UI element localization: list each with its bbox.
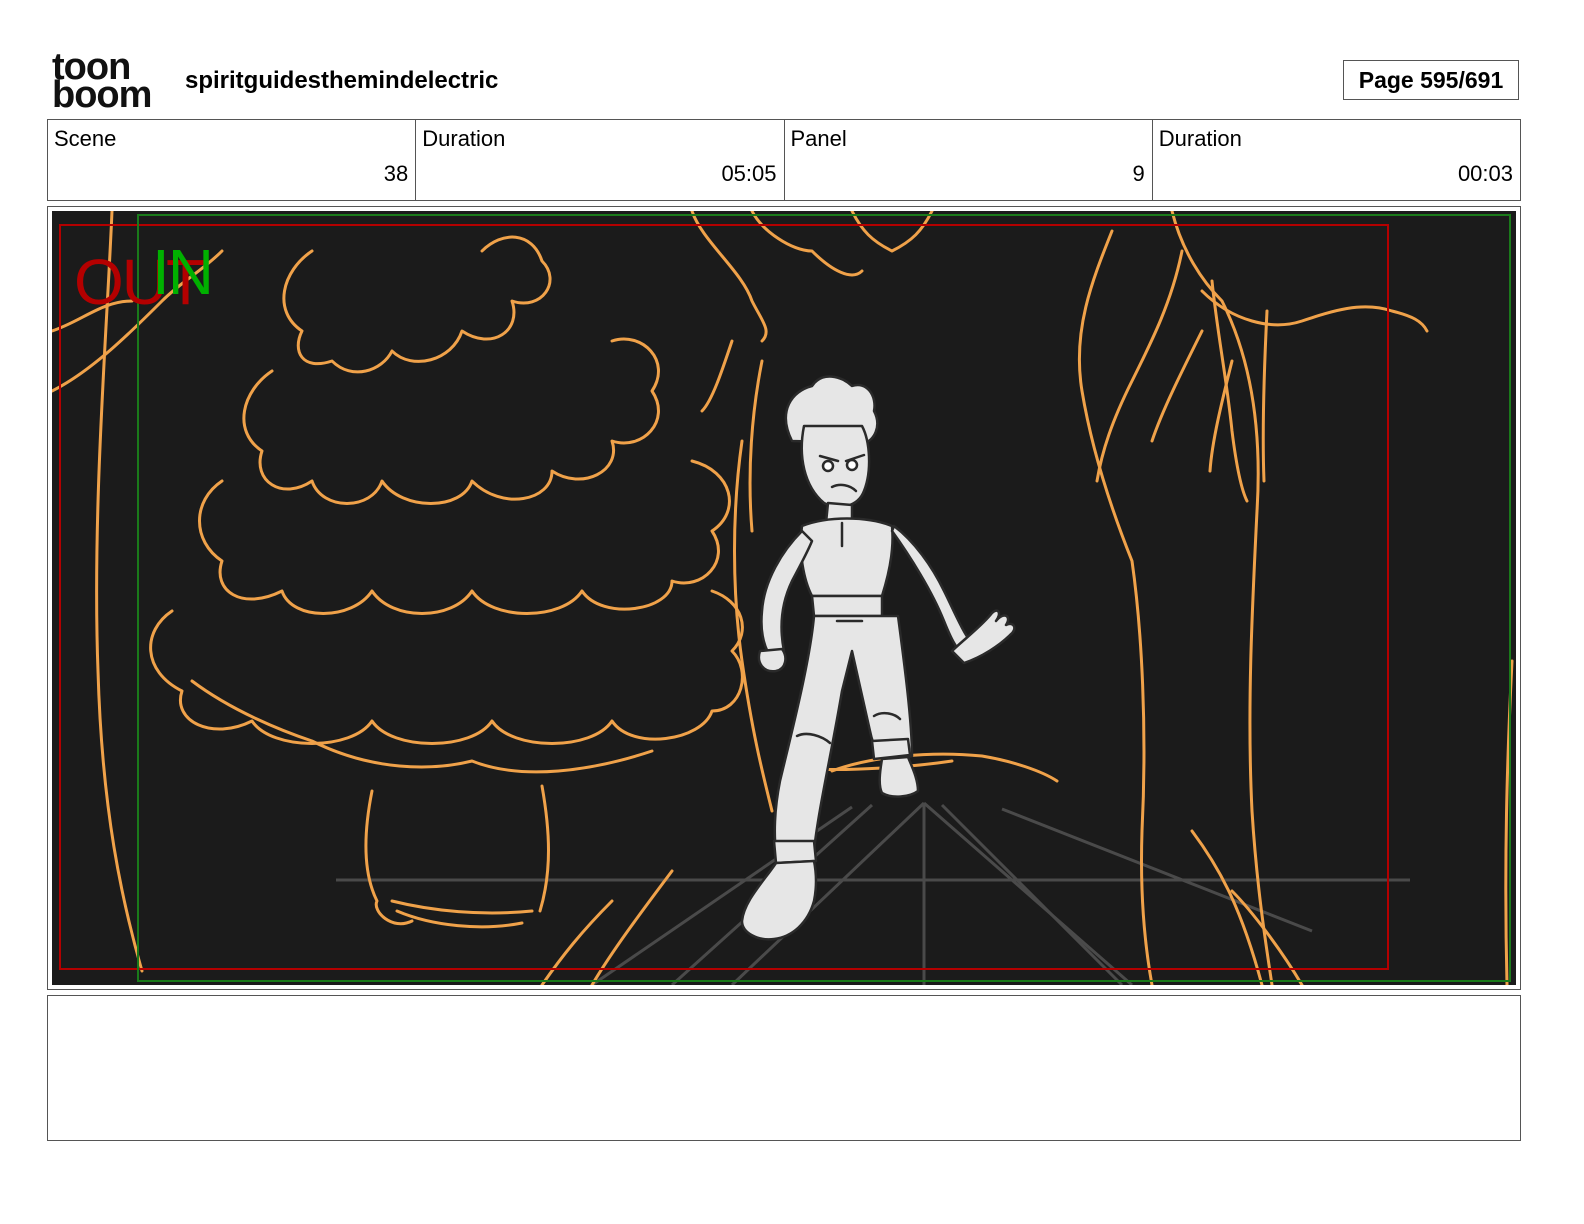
scene-value: 38 [383, 161, 409, 186]
panel-duration-label: Duration [1158, 126, 1242, 151]
toonboom-logo: toon boom [52, 48, 162, 116]
storyboard-panel-image: OUT IN [52, 211, 1516, 985]
panel-value: 9 [1132, 161, 1145, 186]
floor-perspective-lines [336, 801, 1410, 985]
scene-duration-label: Duration [422, 126, 506, 151]
panel-label: Panel [790, 126, 847, 151]
character-figure [740, 375, 1016, 941]
panel-sketch [52, 211, 1514, 985]
scene-duration-value: 05:05 [721, 161, 777, 186]
in-marker: IN [152, 236, 214, 308]
scene-duration-cell: Duration 05:05 [416, 120, 785, 200]
panel-notes-box[interactable] [47, 995, 1521, 1141]
page-indicator: Page 595/691 [1343, 60, 1519, 100]
scene-cell: Scene 38 [48, 120, 417, 200]
scene-label: Scene [54, 126, 117, 151]
logo-bottom-text: boom [52, 74, 152, 116]
scene-info-table: Scene 38 Duration 05:05 Panel 9 Duration… [47, 119, 1521, 201]
panel-duration-value: 00:03 [1457, 161, 1513, 186]
panel-cell: Panel 9 [785, 120, 1153, 200]
project-title: spiritguidesthemindelectric [185, 67, 499, 94]
panel-duration-cell: Duration 00:03 [1153, 120, 1520, 200]
